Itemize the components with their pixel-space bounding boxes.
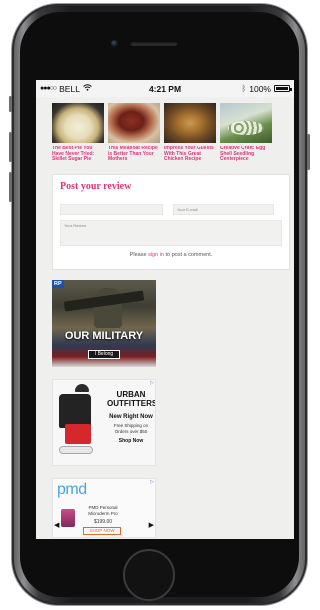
signin-suffix: to post a comment. bbox=[163, 252, 213, 258]
adchoices-icon[interactable]: ▷ bbox=[150, 479, 154, 485]
military-ad[interactable]: RP OUR MILITARY I Belong bbox=[52, 280, 156, 367]
product-image bbox=[61, 509, 75, 527]
military-ad-headline: OUR MILITARY bbox=[64, 330, 144, 342]
shop-now-link[interactable]: Shop Now bbox=[107, 438, 155, 444]
battery-percentage: 100% bbox=[249, 83, 271, 94]
recipe-title[interactable]: This Meatloaf Recipe is Better Than Your… bbox=[108, 146, 160, 164]
phone-screen: ●●●○○ BELL 4:21 PM ᛒ 100% The Best Pie Y… bbox=[36, 80, 294, 539]
wifi-icon bbox=[83, 84, 92, 93]
battery-icon bbox=[274, 85, 292, 92]
name-field[interactable] bbox=[60, 204, 163, 215]
rp-badge: RP bbox=[52, 280, 64, 288]
home-button[interactable] bbox=[123, 549, 175, 601]
earpiece-speaker bbox=[130, 41, 178, 46]
product-name: PMD Personal Microderm Pro bbox=[88, 505, 118, 516]
volume-up-button bbox=[9, 132, 12, 162]
shop-now-button[interactable]: SHOP NOW bbox=[83, 527, 121, 535]
recipe-title[interactable]: The Best Pie You Have Never Tried: Skill… bbox=[52, 146, 104, 164]
recipe-row: The Best Pie You Have Never Tried: Skill… bbox=[36, 97, 294, 168]
recipe-image[interactable] bbox=[52, 103, 104, 143]
recipe-card[interactable]: The Best Pie You Have Never Tried: Skill… bbox=[52, 103, 104, 164]
review-form: Post your review Your E-mail Your Review… bbox=[52, 174, 290, 270]
shoes-image bbox=[59, 446, 93, 454]
bluetooth-icon: ᛒ bbox=[241, 84, 247, 93]
volume-down-button bbox=[9, 172, 12, 202]
recipe-title[interactable]: Impress Your Guests With This Great Chic… bbox=[164, 146, 216, 164]
carrier-name: BELL bbox=[59, 83, 80, 94]
adchoices-icon[interactable]: ▷ bbox=[150, 380, 154, 386]
status-bar: ●●●○○ BELL 4:21 PM ᛒ 100% bbox=[36, 80, 294, 97]
cap-image bbox=[75, 384, 89, 392]
review-title: Post your review bbox=[60, 181, 132, 192]
product-price: $199.00 bbox=[93, 519, 113, 525]
pmd-logo: pmd bbox=[57, 481, 87, 498]
i-belong-button[interactable]: I Belong bbox=[88, 350, 120, 359]
signin-prefix: Please bbox=[129, 252, 149, 258]
recipe-card[interactable]: Impress Your Guests With This Great Chic… bbox=[164, 103, 216, 164]
urban-headline: New Right Now bbox=[109, 414, 153, 420]
recipe-card[interactable]: This Meatloaf Recipe is Better Than Your… bbox=[108, 103, 160, 164]
recipe-title[interactable]: Creative Craft: Egg Shell Seedling Cente… bbox=[220, 146, 272, 164]
urban-outfitters-ad[interactable]: ▷ URBAN OUTFITTERS New Right Now Free Sh… bbox=[52, 379, 156, 466]
brand-logo: URBAN OUTFITTERS bbox=[107, 390, 156, 408]
carousel-prev-icon[interactable]: ◀ bbox=[54, 521, 59, 529]
carousel-next-icon[interactable]: ▶ bbox=[149, 521, 154, 529]
email-field[interactable]: Your E-mail bbox=[173, 204, 274, 215]
power-button bbox=[307, 134, 310, 170]
mute-switch bbox=[9, 96, 12, 112]
tshirt-image bbox=[59, 394, 91, 428]
shipping-text: Free Shipping on Orders over $50 bbox=[113, 423, 149, 434]
front-camera bbox=[111, 40, 118, 47]
review-textarea[interactable]: Your Review bbox=[60, 220, 282, 246]
signal-strength-icon: ●●●○○ bbox=[40, 85, 57, 92]
pmd-ad[interactable]: pmd ▷ ◀ PMD Personal Microderm Pro $199.… bbox=[52, 478, 156, 538]
signin-link[interactable]: sign in bbox=[148, 252, 164, 258]
recipe-image[interactable] bbox=[220, 103, 272, 143]
signin-prompt: Please sign in to post a comment. bbox=[60, 252, 282, 258]
recipe-image[interactable] bbox=[164, 103, 216, 143]
recipe-card[interactable]: Creative Craft: Egg Shell Seedling Cente… bbox=[220, 103, 272, 164]
recipe-image[interactable] bbox=[108, 103, 160, 143]
shorts-image bbox=[65, 424, 91, 444]
